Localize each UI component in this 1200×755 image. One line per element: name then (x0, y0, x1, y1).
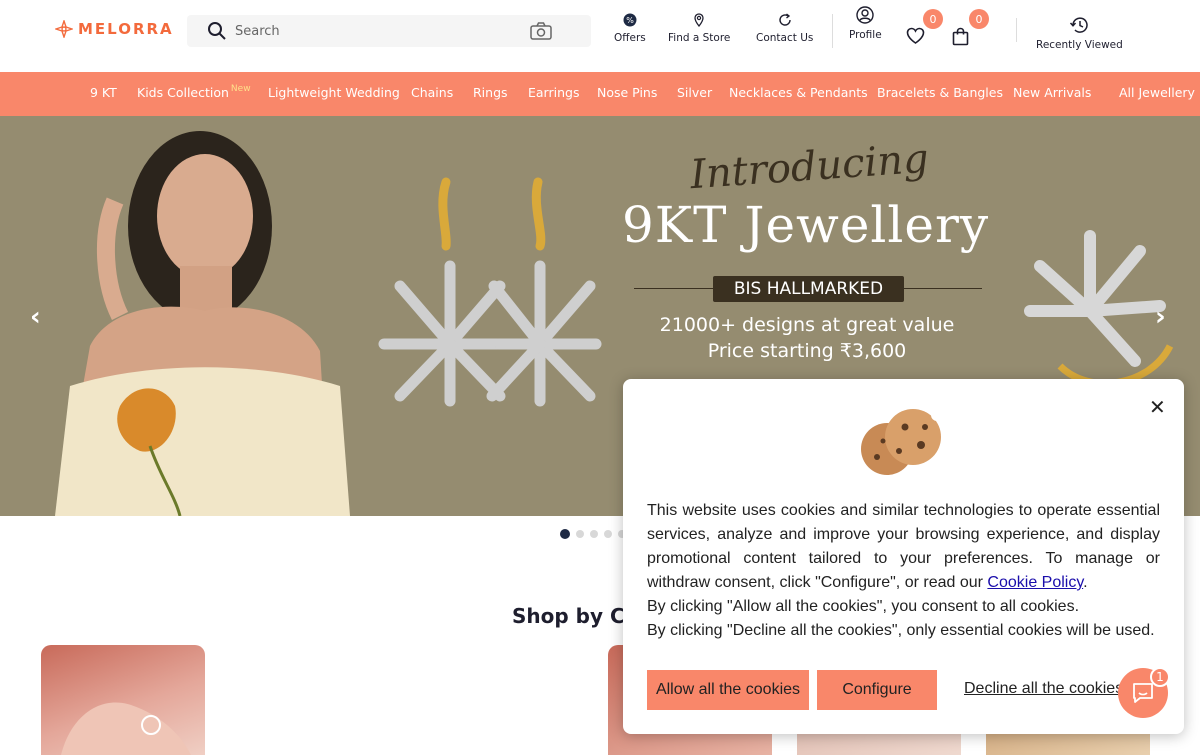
wishlist-count-badge: 0 (923, 9, 943, 29)
banner-subline-designs: 21000+ designs at great value (659, 314, 955, 336)
allow-all-cookies-button[interactable]: Allow all the cookies (647, 670, 809, 710)
nav-item-kids-label: Kids Collection (137, 85, 229, 100)
carousel-next-arrow[interactable]: › (1155, 302, 1166, 332)
category-nav: 9 KT Kids Collection New Lightweight Wedd… (0, 72, 1200, 116)
logo-text: MELORRA (78, 20, 174, 38)
search-bar[interactable] (187, 15, 591, 47)
find-store-label: Find a Store (668, 32, 731, 44)
search-input[interactable] (235, 16, 515, 46)
banner-subline-price: Price starting ₹3,600 (707, 340, 907, 362)
recently-viewed-label: Recently Viewed (1036, 39, 1123, 51)
carousel-dot[interactable] (590, 530, 598, 538)
camera-icon[interactable] (530, 22, 552, 40)
chat-notification-badge: 1 (1150, 667, 1170, 687)
nav-item-all-jewellery[interactable]: All Jewellery (1119, 85, 1195, 100)
profile-icon (856, 6, 875, 24)
nav-item-bracelets-bangles[interactable]: Bracelets & Bangles (877, 85, 1003, 100)
cookie-icon (861, 405, 943, 475)
cookie-message: This website uses cookies and similar te… (647, 499, 1160, 643)
history-clock-icon (1070, 17, 1089, 33)
offers-icon: % (623, 13, 637, 27)
cookie-paragraph-end: . (1083, 574, 1088, 591)
profile-link[interactable]: Profile (849, 6, 882, 41)
nav-item-silver[interactable]: Silver (677, 85, 712, 100)
find-store-link[interactable]: Find a Store (668, 13, 730, 44)
bis-hallmark-strip: BIS HALLMARKED (634, 276, 982, 302)
cookie-paragraph: This website uses cookies and similar te… (647, 499, 1160, 595)
carousel-dots (560, 529, 626, 539)
chat-bubble-icon (1133, 683, 1153, 703)
decline-all-cookies-button[interactable]: Decline all the cookies (964, 680, 1123, 698)
carousel-dot[interactable] (576, 530, 584, 538)
nav-item-9kt[interactable]: 9 KT (90, 85, 117, 100)
cart-count-badge: 0 (969, 9, 989, 29)
site-header: MELORRA % Offers Find a Store C (0, 0, 1200, 72)
contact-label: Contact Us (756, 32, 814, 44)
close-icon[interactable]: ✕ (1149, 397, 1166, 417)
recently-viewed-link[interactable]: Recently Viewed (1036, 16, 1123, 51)
carousel-dot[interactable] (604, 530, 612, 538)
configure-cookies-button[interactable]: Configure (817, 670, 937, 710)
carousel-prev-arrow[interactable]: ‹ (30, 302, 41, 332)
nav-item-necklaces-pendants[interactable]: Necklaces & Pendants (729, 85, 868, 100)
bis-hallmark-badge: BIS HALLMARKED (713, 276, 904, 302)
banner-headline: 9KT Jewellery (622, 196, 990, 254)
svg-text:%: % (626, 16, 634, 25)
nav-item-nose-pins[interactable]: Nose Pins (597, 85, 657, 100)
nav-item-lightweight-wedding[interactable]: Lightweight Wedding (268, 85, 400, 100)
search-icon (208, 22, 226, 40)
cookie-consent-dialog: ✕ This website uses cookies and similar … (623, 379, 1184, 734)
location-pin-icon (694, 13, 704, 27)
nav-item-kids-collection[interactable]: Kids Collection New (137, 84, 251, 100)
cookie-allow-note: By clicking "Allow all the cookies", you… (647, 598, 1080, 615)
melorra-logo[interactable]: MELORRA (55, 20, 174, 38)
nav-item-chains[interactable]: Chains (411, 85, 453, 100)
profile-label: Profile (849, 29, 882, 41)
cookie-policy-link[interactable]: Cookie Policy (987, 574, 1083, 591)
category-card-image (61, 702, 191, 755)
contact-link[interactable]: Contact Us (756, 13, 813, 44)
logo-star-icon (55, 20, 73, 38)
cookie-decline-note: By clicking "Decline all the cookies", o… (647, 622, 1155, 639)
category-card-rings[interactable] (41, 645, 205, 755)
refresh-contact-icon (778, 13, 791, 26)
new-badge: New (230, 84, 251, 94)
cart-bag-icon[interactable] (952, 27, 969, 46)
header-divider-2 (1016, 18, 1017, 42)
offers-label: Offers (614, 32, 646, 44)
nav-item-new-arrivals[interactable]: New Arrivals (1013, 85, 1091, 100)
nav-item-earrings[interactable]: Earrings (528, 85, 579, 100)
carousel-dot[interactable] (560, 529, 570, 539)
offers-link[interactable]: % Offers (614, 13, 646, 44)
nav-item-rings[interactable]: Rings (473, 85, 508, 100)
header-divider (832, 14, 833, 48)
wishlist-heart-icon[interactable] (906, 27, 925, 45)
